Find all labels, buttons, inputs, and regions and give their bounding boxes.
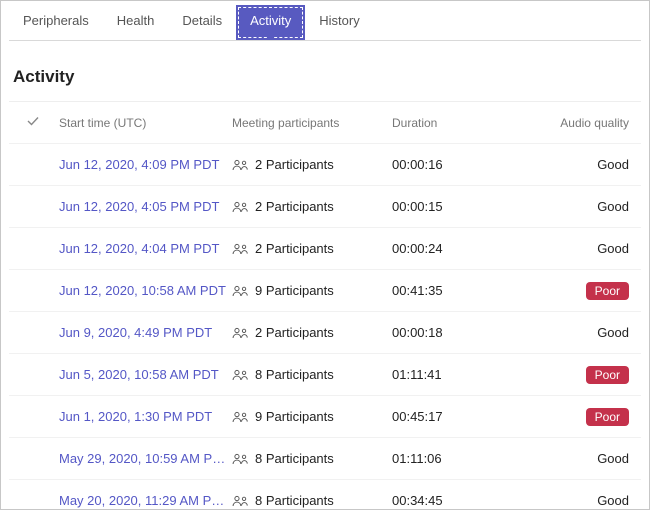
tab-health[interactable]: Health	[103, 5, 169, 40]
duration-value: 00:00:15	[392, 199, 512, 214]
start-time-link[interactable]: Jun 9, 2020, 4:49 PM PDT	[59, 325, 212, 340]
participants-count: 2 Participants	[255, 325, 334, 340]
quality-label-good: Good	[597, 241, 629, 256]
table-row[interactable]: Jun 1, 2020, 1:30 PM PDT 9 Participants 00…	[9, 396, 641, 438]
participants-count: 9 Participants	[255, 283, 334, 298]
duration-value: 00:00:16	[392, 157, 512, 172]
participants-icon	[232, 452, 249, 466]
table-row[interactable]: Jun 12, 2020, 10:58 AM PDT 9 Participants…	[9, 270, 641, 312]
participants-count: 2 Participants	[255, 157, 334, 172]
table-row[interactable]: Jun 9, 2020, 4:49 PM PDT 2 Participants 00…	[9, 312, 641, 354]
participants-count: 2 Participants	[255, 241, 334, 256]
table-row[interactable]: Jun 12, 2020, 4:04 PM PDT 2 Participants 0…	[9, 228, 641, 270]
table-row[interactable]: May 20, 2020, 11:29 AM P… 8 Participants 0…	[9, 480, 641, 510]
participants-icon	[232, 326, 249, 340]
participants-count: 8 Participants	[255, 367, 334, 382]
col-header-start-time[interactable]: Start time (UTC)	[57, 116, 232, 130]
table-row[interactable]: Jun 12, 2020, 4:09 PM PDT 2 Participants 0…	[9, 144, 641, 186]
start-time-link[interactable]: May 20, 2020, 11:29 AM P…	[59, 493, 224, 508]
table-row[interactable]: Jun 12, 2020, 4:05 PM PDT 2 Participants 0…	[9, 186, 641, 228]
start-time-link[interactable]: Jun 1, 2020, 1:30 PM PDT	[59, 409, 212, 424]
quality-badge-poor: Poor	[586, 282, 629, 300]
duration-value: 00:41:35	[392, 283, 512, 298]
start-time-link[interactable]: Jun 12, 2020, 10:58 AM PDT	[59, 283, 226, 298]
table-row[interactable]: May 29, 2020, 10:59 AM P… 8 Participants 0…	[9, 438, 641, 480]
duration-value: 00:34:45	[392, 493, 512, 508]
quality-badge-poor: Poor	[586, 366, 629, 384]
participants-icon	[232, 242, 249, 256]
quality-label-good: Good	[597, 199, 629, 214]
duration-value: 00:45:17	[392, 409, 512, 424]
participants-icon	[232, 368, 249, 382]
tab-history[interactable]: History	[305, 5, 373, 40]
start-time-link[interactable]: May 29, 2020, 10:59 AM P…	[59, 451, 225, 466]
duration-value: 00:00:24	[392, 241, 512, 256]
participants-count: 8 Participants	[255, 493, 334, 508]
tab-peripherals[interactable]: Peripherals	[9, 5, 103, 40]
col-header-audio-quality[interactable]: Audio quality	[512, 116, 641, 130]
col-header-participants[interactable]: Meeting participants	[232, 116, 392, 130]
participants-icon	[232, 494, 249, 508]
participants-icon	[232, 284, 249, 298]
duration-value: 00:00:18	[392, 325, 512, 340]
participants-icon	[232, 410, 249, 424]
duration-value: 01:11:06	[392, 451, 512, 466]
start-time-link[interactable]: Jun 12, 2020, 4:09 PM PDT	[59, 157, 219, 172]
quality-label-good: Good	[597, 157, 629, 172]
start-time-link[interactable]: Jun 12, 2020, 4:05 PM PDT	[59, 199, 219, 214]
select-all-checkmark-icon[interactable]	[25, 113, 41, 132]
participants-icon	[232, 200, 249, 214]
participants-count: 2 Participants	[255, 199, 334, 214]
table-row[interactable]: Jun 5, 2020, 10:58 AM PDT 8 Participants 0…	[9, 354, 641, 396]
quality-label-good: Good	[597, 451, 629, 466]
participants-count: 9 Participants	[255, 409, 334, 424]
quality-label-good: Good	[597, 325, 629, 340]
panel-title: Activity	[9, 53, 641, 102]
tab-details[interactable]: Details	[168, 5, 236, 40]
duration-value: 01:11:41	[392, 367, 512, 382]
quality-label-good: Good	[597, 493, 629, 508]
start-time-link[interactable]: Jun 12, 2020, 4:04 PM PDT	[59, 241, 219, 256]
participants-count: 8 Participants	[255, 451, 334, 466]
tab-activity[interactable]: Activity	[236, 5, 305, 40]
activity-table-body: Jun 12, 2020, 4:09 PM PDT 2 Participants 0…	[9, 144, 641, 510]
col-header-duration[interactable]: Duration	[392, 116, 512, 130]
tab-bar: Peripherals Health Details Activity Hist…	[9, 5, 641, 41]
quality-badge-poor: Poor	[586, 408, 629, 426]
start-time-link[interactable]: Jun 5, 2020, 10:58 AM PDT	[59, 367, 219, 382]
table-header: Start time (UTC) Meeting participants Du…	[9, 102, 641, 144]
participants-icon	[232, 158, 249, 172]
